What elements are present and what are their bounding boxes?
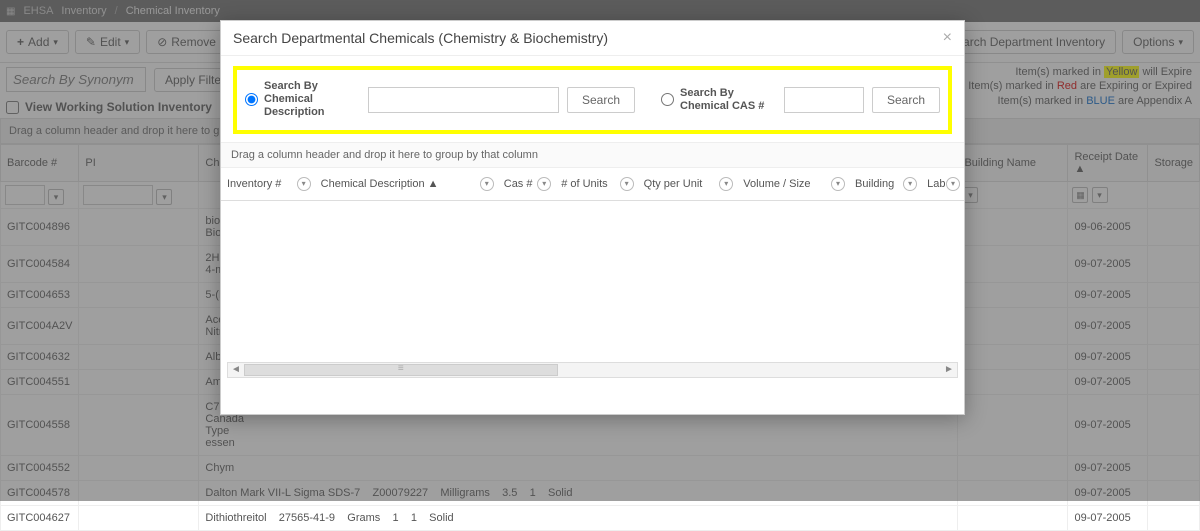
filter-icon[interactable]: ▾ [297, 177, 311, 191]
col-building[interactable]: Building▾ [849, 168, 921, 201]
filter-icon[interactable]: ▾ [480, 177, 494, 191]
cas-input[interactable] [784, 87, 864, 113]
filter-icon[interactable]: ▾ [620, 177, 634, 191]
modal-title: Search Departmental Chemicals (Chemistry… [233, 30, 608, 46]
search-by-cas-label: Search By Chemical CAS # [680, 87, 776, 113]
table-row[interactable]: GITC004627Dithiothreitol 27565-41-9 Gram… [1, 506, 1200, 531]
filter-icon[interactable]: ▾ [831, 177, 845, 191]
col-units[interactable]: # of Units▾ [555, 168, 637, 201]
search-by-description-label: Search By Chemical Description [264, 80, 360, 120]
horizontal-scrollbar[interactable]: ◄ ► [227, 362, 958, 378]
scroll-right-icon[interactable]: ► [941, 364, 957, 375]
close-icon[interactable]: × [943, 29, 952, 47]
filter-icon[interactable]: ▾ [719, 177, 733, 191]
filter-icon[interactable]: ▾ [946, 177, 960, 191]
col-description[interactable]: Chemical Description ▲▾ [315, 168, 498, 201]
filter-icon[interactable]: ▾ [537, 177, 551, 191]
search-description-button[interactable]: Search [567, 87, 635, 113]
search-by-description-radio[interactable] [245, 93, 258, 106]
col-vol[interactable]: Volume / Size▾ [737, 168, 849, 201]
search-by-cas-radio[interactable] [661, 93, 674, 106]
modal-group-bar[interactable]: Drag a column header and drop it here to… [221, 142, 964, 168]
search-panel: Search By Chemical Description Search Se… [233, 66, 952, 134]
scroll-thumb[interactable] [244, 364, 558, 376]
filter-icon[interactable]: ▾ [903, 177, 917, 191]
search-chemicals-modal: Search Departmental Chemicals (Chemistry… [220, 20, 965, 415]
description-input[interactable] [368, 87, 559, 113]
scroll-left-icon[interactable]: ◄ [228, 364, 244, 375]
col-qty[interactable]: Qty per Unit▾ [638, 168, 738, 201]
col-lab[interactable]: Lab▾ [921, 168, 964, 201]
results-grid: Inventory #▾ Chemical Description ▲▾ Cas… [221, 168, 964, 201]
col-inventory-num[interactable]: Inventory #▾ [221, 168, 315, 201]
col-cas[interactable]: Cas #▾ [498, 168, 555, 201]
search-cas-button[interactable]: Search [872, 87, 940, 113]
